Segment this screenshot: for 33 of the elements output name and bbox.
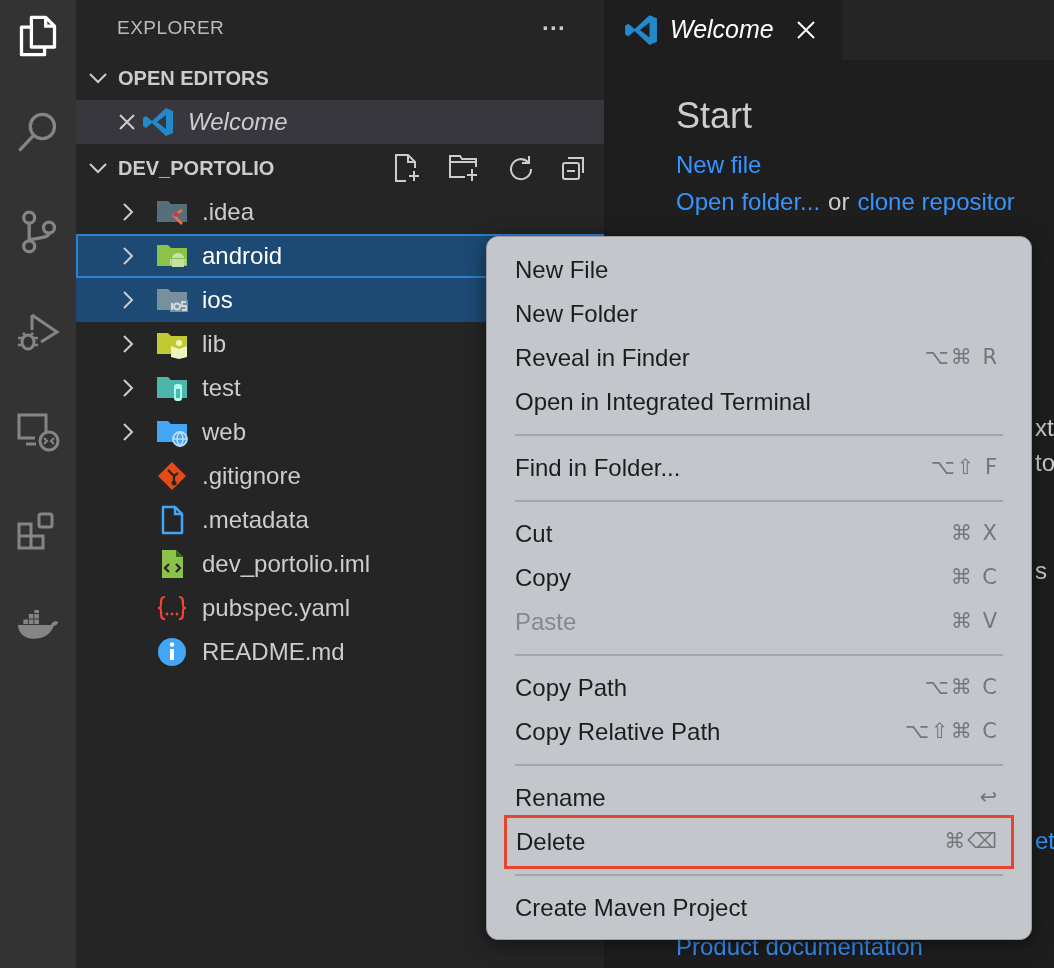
section-header[interactable]: DEV_PORTOLIO: [118, 153, 275, 183]
welcome-text: s: [1035, 556, 1047, 586]
welcome-text: or: [828, 186, 850, 217]
link[interactable]: et: [1035, 825, 1054, 857]
menu-item[interactable]: Cut ⌘ X: [487, 512, 1031, 556]
section-header[interactable]: OPEN EDITORS: [118, 63, 269, 93]
link[interactable]: Open folder...: [676, 183, 821, 220]
menu-item[interactable]: Delete ⌘⌫: [507, 818, 1011, 866]
menu-item[interactable]: Reveal in Finder ⌥⌘ R: [487, 336, 1031, 380]
menu-item[interactable]: Copy Relative Path ⌥⇧⌘ C: [487, 710, 1031, 754]
vscode-logo-icon: [624, 13, 658, 47]
menu-item[interactable]: Open in Integrated Terminal: [487, 380, 1031, 424]
link[interactable]: New file: [676, 146, 762, 183]
menu-item[interactable]: Copy ⌘ C: [487, 556, 1031, 600]
link[interactable]: clone repositor: [857, 183, 1015, 220]
info-icon: [156, 636, 188, 668]
open-editor-item[interactable]: Welcome: [76, 100, 604, 144]
menu-item[interactable]: Rename ↩: [487, 776, 1031, 820]
close-icon[interactable]: [118, 113, 136, 131]
welcome-heading: Start: [676, 94, 754, 138]
editor-tab[interactable]: Welcome: [604, 0, 842, 60]
menu-item[interactable]: Find in Folder... ⌥⇧ F: [487, 446, 1031, 490]
tree-item[interactable]: .idea: [76, 190, 604, 234]
welcome-text: xt: [1035, 413, 1054, 443]
menu-item[interactable]: Create Maven Project: [487, 886, 1031, 930]
more-actions-button[interactable]: ···: [542, 16, 566, 40]
new-file-icon[interactable]: [392, 153, 422, 183]
welcome-text: to: [1035, 448, 1054, 478]
diamond-icon: [156, 460, 188, 492]
vscode-logo-icon: [142, 106, 174, 138]
whale-icon[interactable]: [16, 610, 60, 640]
new-folder-icon[interactable]: [448, 153, 480, 183]
sidebar-title: EXPLORER: [117, 15, 225, 40]
